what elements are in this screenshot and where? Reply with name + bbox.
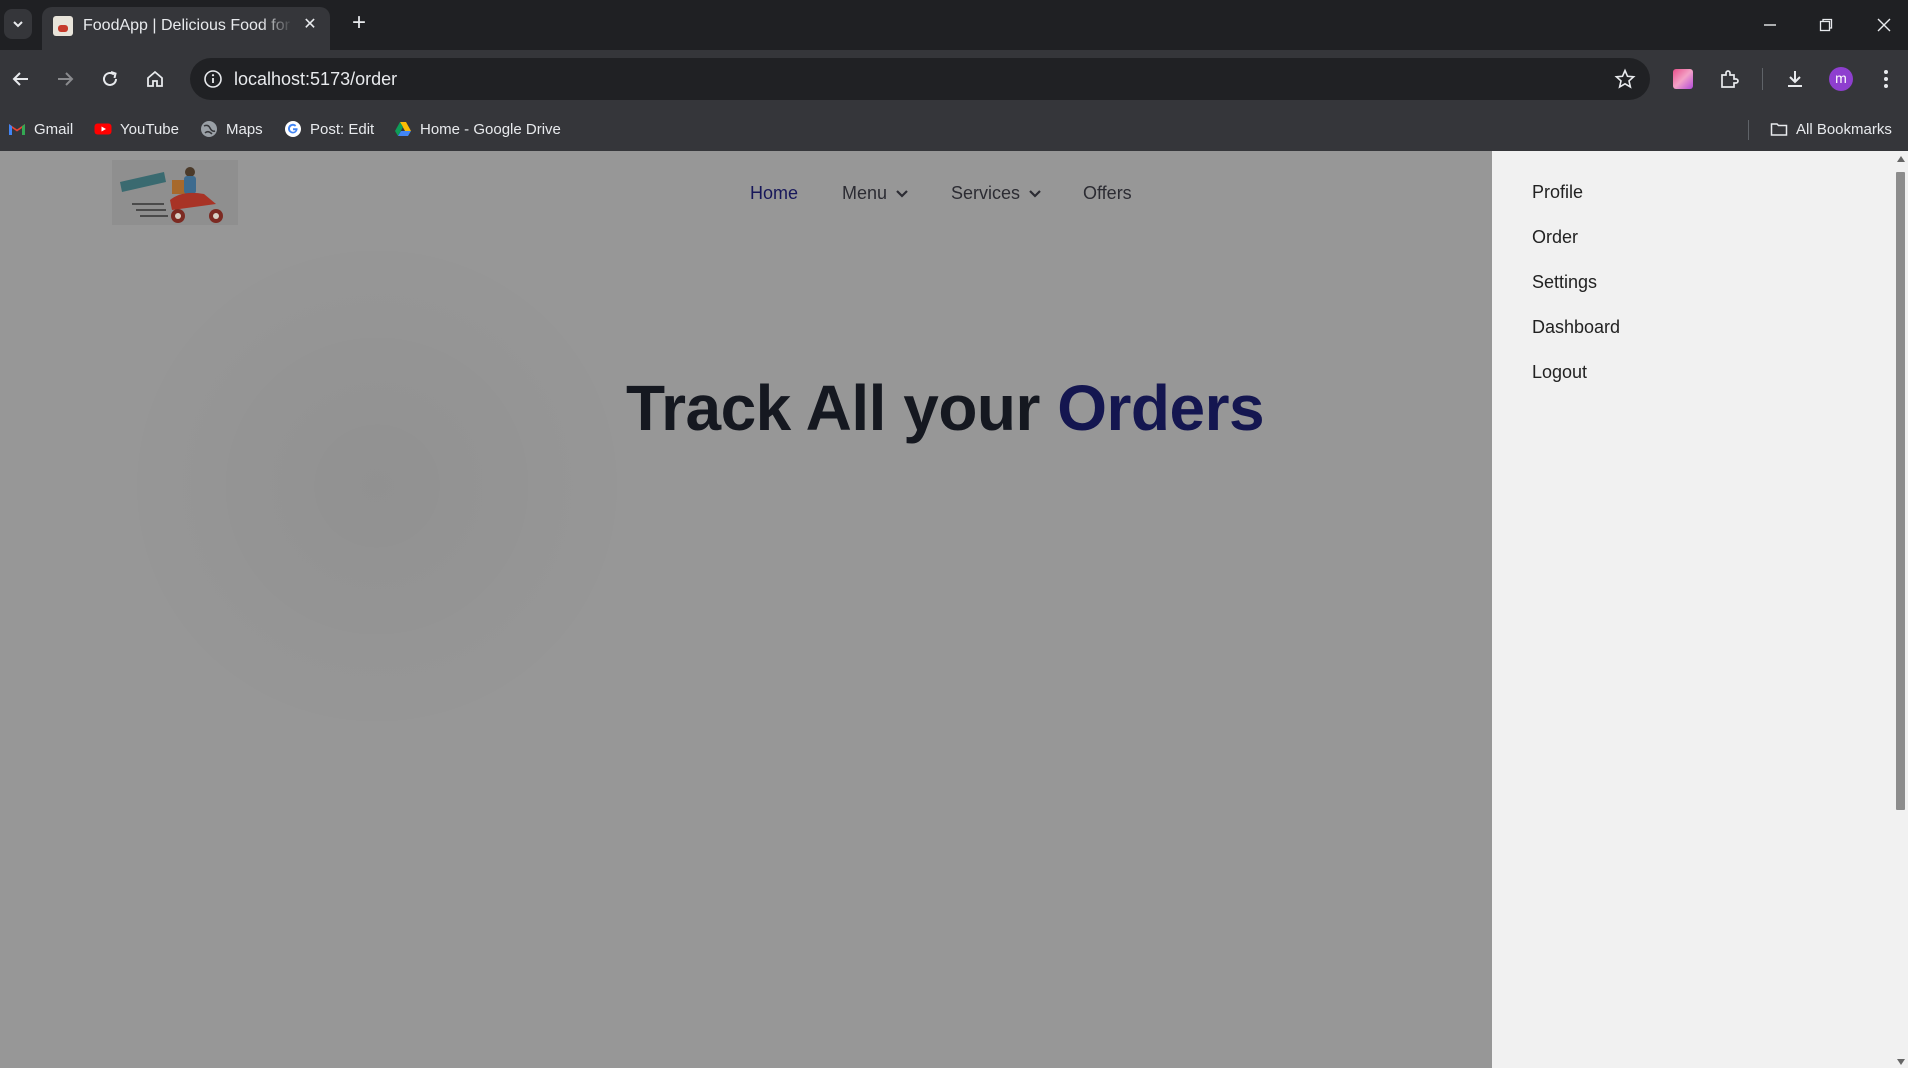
bookmarks-divider	[1748, 120, 1749, 140]
foodapp-favicon-icon	[53, 16, 73, 36]
bookmark-youtube[interactable]: YouTube	[94, 116, 179, 142]
bookmarks-bar: Gmail YouTube Maps Post: Edit Home - Goo…	[0, 108, 1908, 151]
close-icon	[1877, 18, 1891, 32]
page-title-main: Track All your	[626, 372, 1058, 444]
gmail-icon	[9, 124, 25, 135]
all-bookmarks-label: All Bookmarks	[1796, 120, 1892, 138]
chevron-down-icon	[13, 21, 23, 28]
menu-item-settings[interactable]: Settings	[1532, 272, 1597, 293]
bookmark-gmail[interactable]: Gmail	[8, 116, 73, 142]
bookmark-maps[interactable]: Maps	[200, 116, 263, 142]
home-icon	[147, 70, 163, 87]
site-info-icon[interactable]	[202, 68, 224, 90]
bookmark-google-drive[interactable]: Home - Google Drive	[394, 116, 561, 142]
scrollbar-thumb[interactable]	[1896, 172, 1905, 810]
close-tab-icon[interactable]: ✕	[300, 15, 320, 35]
vertical-scrollbar[interactable]	[1893, 151, 1908, 1068]
nav-services-label: Services	[951, 183, 1021, 203]
puzzle-icon	[1721, 70, 1739, 88]
nav-offers-link[interactable]: Offers	[1083, 183, 1132, 204]
arrow-right-icon	[58, 72, 74, 86]
site-nav: Home Menu Services Offers	[0, 183, 1492, 211]
download-icon	[1788, 71, 1802, 87]
active-tab[interactable]: FoodApp | Delicious Food for All ✕	[42, 7, 330, 50]
bookmark-star-icon[interactable]	[1614, 68, 1636, 90]
folder-icon	[1770, 123, 1788, 136]
tab-title: FoodApp | Delicious Food for All	[83, 17, 293, 34]
new-tab-button[interactable]: +	[346, 11, 372, 37]
close-window-button[interactable]	[1868, 10, 1900, 40]
arrow-left-icon	[12, 72, 28, 86]
avatar: m	[1829, 67, 1853, 91]
page-viewport: Home Menu Services Offers Track All your…	[0, 151, 1908, 1068]
chevron-down-icon	[1029, 189, 1041, 198]
bookmark-post-edit[interactable]: Post: Edit	[284, 116, 374, 142]
back-button[interactable]	[6, 64, 36, 94]
page-title-accent: Orders	[1057, 372, 1265, 444]
menu-item-dashboard[interactable]: Dashboard	[1532, 317, 1620, 338]
nav-menu-dropdown[interactable]: Menu	[842, 183, 909, 204]
google-icon	[285, 121, 301, 137]
url-text[interactable]: localhost:5173/order	[234, 69, 397, 90]
scroll-down-arrow-icon[interactable]	[1897, 1059, 1905, 1065]
maps-icon	[201, 121, 217, 137]
toolbar-divider	[1762, 68, 1763, 90]
bookmark-label: Home - Google Drive	[420, 120, 561, 138]
bookmark-label: Gmail	[34, 120, 74, 138]
address-bar[interactable]: localhost:5173/order	[190, 58, 1650, 100]
menu-item-logout[interactable]: Logout	[1532, 362, 1587, 383]
profile-button[interactable]: m	[1827, 65, 1855, 93]
nav-home-link[interactable]: Home	[750, 183, 798, 204]
bookmark-label: Maps	[226, 120, 263, 138]
hero-background-shade	[112, 226, 642, 746]
restore-button[interactable]	[1810, 10, 1842, 40]
nav-services-dropdown[interactable]: Services	[951, 183, 1042, 204]
youtube-icon	[94, 123, 112, 135]
browser-menu-button[interactable]	[1872, 65, 1900, 93]
tab-bar: FoodApp | Delicious Food for All ✕ +	[0, 0, 1908, 50]
page-title: Track All your Orders	[626, 371, 1265, 445]
minimize-icon	[1764, 24, 1776, 26]
chevron-down-icon	[896, 189, 908, 198]
drive-icon	[395, 122, 411, 136]
extensions-button[interactable]	[1715, 65, 1743, 93]
all-bookmarks-button[interactable]: All Bookmarks	[1770, 116, 1892, 142]
reload-icon	[103, 71, 117, 86]
menu-item-profile[interactable]: Profile	[1532, 182, 1583, 203]
downloads-button[interactable]	[1781, 65, 1809, 93]
reload-button[interactable]	[95, 64, 125, 94]
minimize-button[interactable]	[1754, 10, 1786, 40]
forward-button[interactable]	[50, 64, 80, 94]
profile-side-menu: Profile Order Settings Dashboard Logout	[1492, 151, 1893, 1068]
bookmark-label: Post: Edit	[310, 120, 375, 138]
scroll-up-arrow-icon[interactable]	[1897, 156, 1905, 162]
browser-toolbar: localhost:5173/order m	[0, 50, 1908, 108]
nav-menu-label: Menu	[842, 183, 888, 203]
home-button[interactable]	[140, 64, 170, 94]
extension-gradient-icon[interactable]	[1669, 65, 1697, 93]
more-vertical-icon	[1884, 70, 1888, 88]
menu-item-order[interactable]: Order	[1532, 227, 1578, 248]
restore-icon	[1819, 18, 1833, 32]
bookmark-label: YouTube	[120, 120, 179, 138]
tab-search-button[interactable]	[4, 9, 32, 39]
